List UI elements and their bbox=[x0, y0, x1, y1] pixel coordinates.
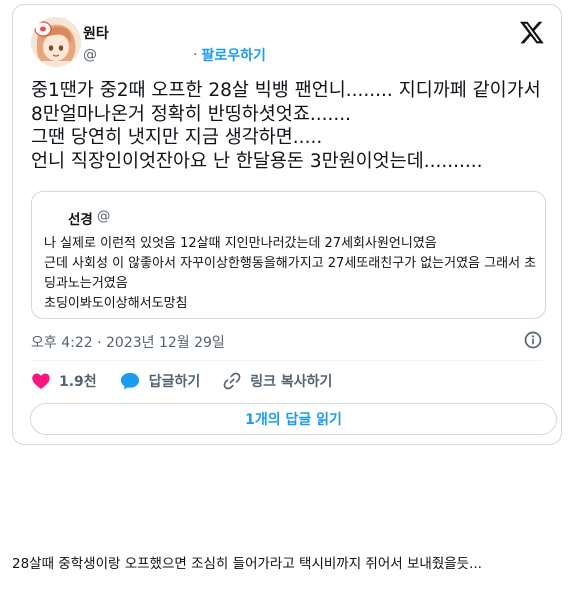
x-logo-icon[interactable] bbox=[519, 19, 545, 45]
copy-link-button[interactable]: 링크 복사하기 bbox=[222, 371, 332, 391]
reply-button[interactable]: 답글하기 bbox=[119, 371, 201, 391]
author-handle[interactable]: @ bbox=[83, 47, 97, 63]
quoted-tweet-text: 나 실제로 이런적 있엇음 12살때 지인만나러갔는데 27세회사원언니였음 근… bbox=[44, 236, 537, 311]
read-replies-button[interactable]: 1개의 답글 읽기 bbox=[30, 403, 557, 435]
quoted-tweet-header: 선경 @ bbox=[68, 208, 110, 228]
author-meta: @ · 팔로우하기 bbox=[83, 45, 266, 65]
tweet-embed-card: 원타 @ · 팔로우하기 중1땐가 중2때 오프한 28살 빅뱅 팬언니....… bbox=[12, 4, 562, 445]
tweet-actions: 1.9천 답글하기 링크 복사하기 bbox=[31, 371, 354, 391]
link-icon bbox=[223, 372, 241, 390]
quoted-tweet[interactable]: 선경 @ 나 실제로 이런적 있엇음 12살때 지인만나러갔는데 27세회사원언… bbox=[31, 191, 546, 319]
author-avatar[interactable] bbox=[31, 17, 81, 67]
separator-dot: · bbox=[193, 47, 198, 63]
like-button[interactable]: 1.9천 bbox=[31, 371, 97, 391]
tweet-text: 중1땐가 중2때 오프한 28살 빅뱅 팬언니........ 지디까페 같이가… bbox=[31, 80, 541, 172]
quoted-author-handle: @ bbox=[96, 208, 111, 224]
info-icon[interactable] bbox=[523, 330, 543, 350]
author-name[interactable]: 원타 bbox=[83, 23, 109, 43]
like-count: 1.9천 bbox=[59, 374, 97, 390]
caption-text: 28살때 중학생이랑 오프했으면 조심히 들어가라고 택시비까지 쥐어서 보내줬… bbox=[12, 556, 482, 572]
quoted-author-name: 선경 bbox=[68, 212, 93, 228]
heart-icon bbox=[32, 373, 50, 389]
reply-label: 답글하기 bbox=[148, 374, 201, 390]
tweet-timestamp[interactable]: 오후 4:22 · 2023년 12월 29일 bbox=[31, 332, 225, 352]
speech-bubble-icon bbox=[120, 372, 139, 390]
divider bbox=[31, 360, 543, 361]
copy-link-label: 링크 복사하기 bbox=[250, 374, 333, 390]
follow-button[interactable]: 팔로우하기 bbox=[201, 45, 265, 65]
